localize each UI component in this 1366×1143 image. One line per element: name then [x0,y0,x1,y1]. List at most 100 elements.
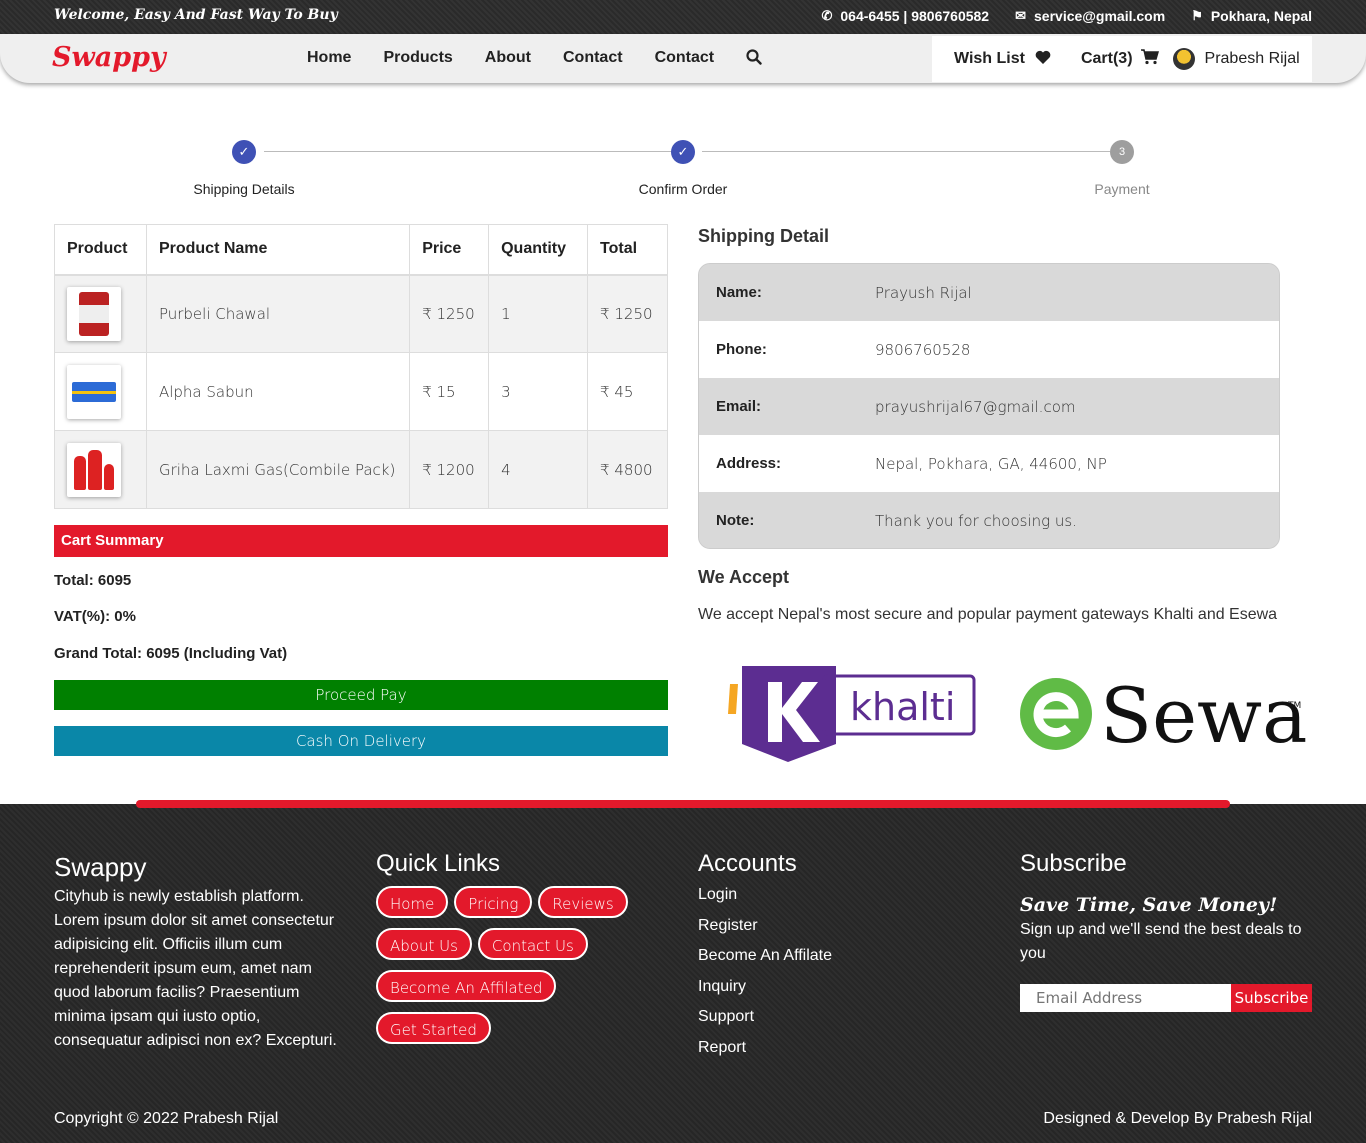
nav-home[interactable]: Home [307,49,351,70]
email-field[interactable] [1020,984,1231,1012]
copyright-text: Copyright © 2022 Prabesh Rijal [54,1110,279,1127]
shipping-value: Nepal, Pokhara, GA, 44600, NP [859,435,1279,492]
accounts-list: Login Register Become An Affilate Inquir… [698,880,832,1063]
link-pricing[interactable]: Pricing [454,886,533,918]
shipping-detail-title: Shipping Detail [698,226,830,246]
shipping-key: Phone: [699,321,859,378]
link-get-started[interactable]: Get Started [376,1012,491,1044]
shipping-key: Name: [699,264,859,321]
col-price: Price [409,224,490,276]
account-link-login[interactable]: Login [698,880,832,911]
col-product-name: Product Name [145,224,411,276]
product-total: ₹ 4800 [587,430,668,509]
product-price: ₹ 1200 [409,430,490,509]
footer-accent-line [136,800,1230,808]
account-link-register[interactable]: Register [698,911,832,942]
col-total: Total [587,224,668,276]
footer-brand: Swappy [54,852,147,882]
summary-vat: VAT(%): 0% [54,608,136,625]
step-label: Payment [1094,181,1150,197]
table-row: Alpha Sabun ₹ 15 3 ₹ 45 [54,352,668,431]
product-total: ₹ 45 [587,352,668,431]
shipping-value: 9806760528 [859,321,1279,378]
envelope-icon: ✉ [1015,8,1027,23]
subscribe-form: Subscribe [1020,984,1312,1012]
cart-label: Cart(3) [1080,50,1133,67]
user-actions: Wish List Cart(3) Prabesh Rijal [932,36,1312,82]
accounts-title: Accounts [698,850,797,877]
link-home[interactable]: Home [376,886,449,918]
step-confirm: ✓ Confirm Order [583,140,783,197]
footer-about: Swappy Cityhub is newly establish platfo… [54,852,346,1053]
subscribe-text: Sign up and we'll send the best deals to… [1020,921,1302,962]
link-about-us[interactable]: About Us [376,928,472,960]
shipping-value: Prayush Rijal [859,264,1279,321]
table-row: Griha Laxmi Gas(Combile Pack) ₹ 1200 4 ₹… [54,430,668,509]
account-link-affiliate[interactable]: Become An Affilate [698,941,832,972]
shipping-row-address: Address: Nepal, Pokhara, GA, 44600, NP [699,435,1279,492]
khalti-logo: khalti [728,664,978,764]
check-icon: ✓ [232,140,256,164]
user-menu[interactable]: Prabesh Rijal [1172,48,1300,70]
user-name: Prabesh Rijal [1204,50,1300,67]
proceed-pay-button[interactable]: Proceed Pay [54,680,668,710]
cash-on-delivery-button[interactable]: Cash On Delivery [54,726,668,756]
footer-about-text: Cityhub is newly establish platform. Lor… [54,888,337,1049]
account-link-support[interactable]: Support [698,1002,832,1033]
email-text: service@gmail.com [1034,8,1166,24]
link-reviews[interactable]: Reviews [538,886,628,918]
product-image-cell [54,274,147,353]
cart-summary-title: Cart Summary [54,525,668,557]
footer-quick-links: Quick Links Home Pricing Reviews About U… [376,850,676,1044]
brand-logo[interactable]: Swappy [52,42,166,73]
step-payment: 3 Payment [1022,140,1222,197]
checkout-stepper: ✓ Shipping Details ✓ Confirm Order 3 Pay… [54,140,1312,200]
nav-about[interactable]: About [485,49,531,70]
footer-accounts: Accounts Login Register Become An Affila… [698,850,832,1063]
shipping-detail-card: Name: Prayush Rijal Phone: 9806760528 Em… [698,263,1280,549]
search-icon[interactable] [746,49,762,70]
shipping-value: prayushrijal67@gmail.com [859,378,1279,435]
account-link-inquiry[interactable]: Inquiry [698,972,832,1003]
esewa-trademark: TM [1287,701,1301,711]
subscribe-button[interactable]: Subscribe [1231,984,1312,1012]
top-contact-info: ✆ 064-6455 | 9806760582 ✉ service@gmail.co… [821,8,1312,24]
subscribe-title: Subscribe [1020,850,1127,877]
designer-credit: Designed & Develop By Prabesh Rijal [1043,1110,1312,1127]
cart-link[interactable]: Cart(3) [1080,48,1159,70]
soap-image [67,364,121,419]
product-name: Purbeli Chawal [145,274,411,353]
col-quantity: Quantity [488,224,589,276]
main-navbar: Swappy Home Products About Contact Conta… [0,34,1366,83]
nav-menu: Home Products About Contact Contact [307,49,762,70]
table-header-row: Product Product Name Price Quantity Tota… [54,224,668,276]
nav-contact[interactable]: Contact [563,49,623,70]
order-table: Product Product Name Price Quantity Tota… [54,224,668,509]
product-qty: 4 [488,430,589,509]
footer-subscribe: Subscribe Save Time, Save Money! Sign up… [1020,850,1312,1012]
step-label: Shipping Details [193,181,295,197]
esewa-logo: Sewa TM [1018,668,1308,760]
product-name: Griha Laxmi Gas(Combile Pack) [145,430,411,509]
email-info: ✉ service@gmail.com [1015,8,1165,24]
nav-contact-2[interactable]: Contact [655,49,715,70]
product-price: ₹ 1250 [409,274,490,353]
welcome-text: Welcome, Easy And Fast Way To Buy [54,7,338,23]
shipping-row-email: Email: prayushrijal67@gmail.com [699,378,1279,435]
product-total: ₹ 1250 [587,274,668,353]
shipping-row-name: Name: Prayush Rijal [699,264,1279,321]
subscribe-tagline: Save Time, Save Money! [1020,894,1278,916]
nav-products[interactable]: Products [383,49,452,70]
shipping-row-phone: Phone: 9806760528 [699,321,1279,378]
cart-icon [1140,48,1159,70]
location-text: Pokhara, Nepal [1210,8,1312,24]
wishlist-link[interactable]: Wish List [954,50,1051,69]
quick-links-list: Home Pricing Reviews About Us Contact Us… [376,886,676,1044]
we-accept-text: We accept Nepal's most secure and popula… [698,606,1278,623]
account-link-report[interactable]: Report [698,1033,832,1064]
shipping-key: Email: [699,378,859,435]
shipping-key: Address: [699,435,859,492]
footer: Swappy Cityhub is newly establish platfo… [0,800,1366,1143]
link-contact-us[interactable]: Contact Us [477,928,588,960]
link-become-affiliated[interactable]: Become An Affilated [376,970,557,1002]
